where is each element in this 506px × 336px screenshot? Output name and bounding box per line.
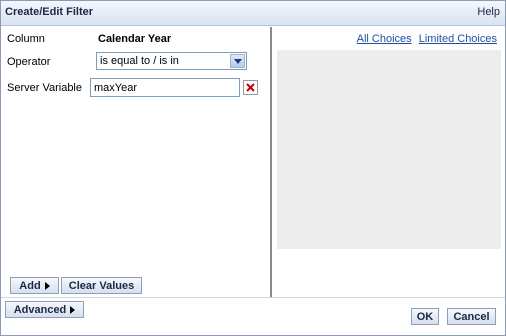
ok-button-label: OK (416, 310, 434, 323)
all-choices-link[interactable]: All Choices (357, 33, 412, 45)
operator-label: Operator (7, 56, 51, 68)
create-edit-filter-dialog: Create/Edit Filter Help Column Calendar … (0, 0, 506, 336)
cancel-button[interactable]: Cancel (447, 308, 496, 325)
operator-selected-value: is equal to / is in (100, 55, 179, 67)
server-variable-label: Server Variable (7, 82, 82, 94)
clear-server-variable-button[interactable] (243, 80, 258, 95)
server-variable-input[interactable] (90, 78, 240, 97)
add-button[interactable]: Add (10, 277, 59, 294)
clear-values-button-label: Clear Values (68, 279, 135, 292)
triangle-right-icon (44, 281, 50, 290)
chevron-down-icon (234, 59, 242, 64)
clear-values-button[interactable]: Clear Values (61, 277, 142, 294)
dialog-title: Create/Edit Filter (5, 6, 94, 18)
choices-list-panel[interactable] (277, 50, 501, 249)
dialog-titlebar: Create/Edit Filter Help (1, 1, 505, 26)
choices-links: All Choices Limited Choices (353, 33, 497, 45)
cancel-button-label: Cancel (453, 310, 490, 323)
close-icon (246, 83, 255, 92)
add-button-label: Add (19, 279, 41, 292)
help-link[interactable]: Help (477, 6, 500, 18)
operator-select[interactable]: is equal to / is in (96, 52, 247, 70)
pane-divider[interactable] (270, 27, 272, 297)
ok-button[interactable]: OK (411, 308, 439, 325)
advanced-button-label: Advanced (13, 303, 67, 316)
column-label: Column (7, 33, 45, 45)
triangle-right-icon (70, 305, 76, 314)
limited-choices-link[interactable]: Limited Choices (419, 33, 497, 45)
column-value: Calendar Year (98, 33, 172, 45)
footer-divider (1, 297, 505, 298)
advanced-button[interactable]: Advanced (5, 301, 84, 318)
operator-dropdown-button[interactable] (230, 54, 245, 68)
